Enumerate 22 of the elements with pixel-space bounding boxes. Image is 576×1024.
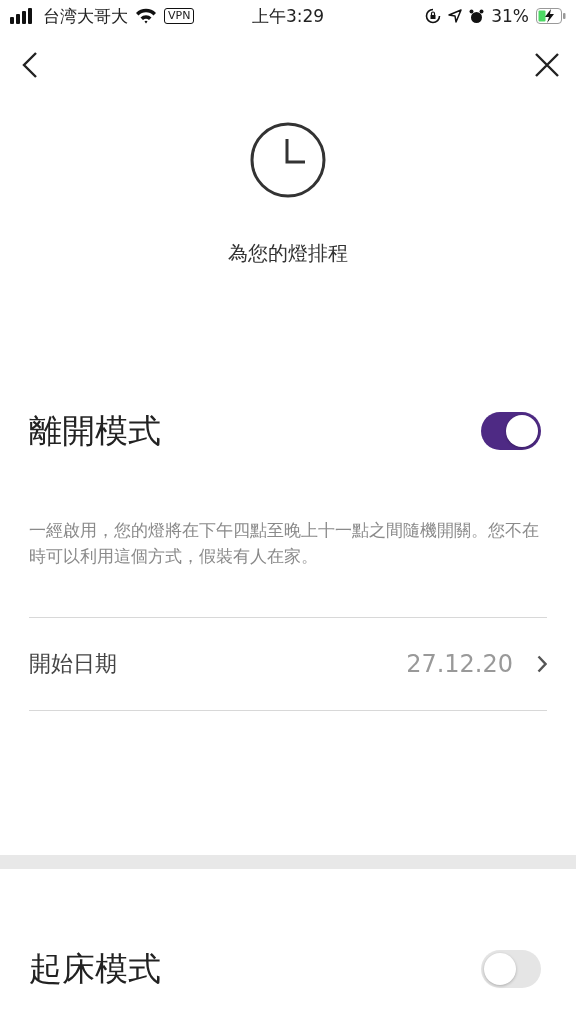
page-title: 為您的燈排程 [228, 240, 348, 267]
toggle-switch[interactable] [481, 412, 541, 450]
toggle-switch[interactable] [481, 950, 541, 988]
alarm-clock-icon [469, 8, 485, 24]
battery-charging-icon [536, 8, 566, 24]
wifi-icon [135, 8, 157, 24]
mode-title: 起床模式 [29, 947, 161, 990]
row-label: 開始日期 [29, 650, 117, 678]
mode-title: 離開模式 [29, 409, 161, 452]
status-time: 上午3:29 [251, 4, 325, 28]
battery-percent: 31% [491, 6, 529, 26]
chevron-icon [537, 655, 547, 673]
clock-icon [250, 122, 326, 198]
close-button[interactable] [534, 52, 560, 78]
location-arrow-icon [448, 9, 463, 23]
rotation-lock-icon [425, 8, 442, 24]
mode-description: 一經啟用，您的燈將在下午四點至晚上十一點之間隨機開關。您不在時可以利用這個方式，假裝有人在家。 [29, 519, 540, 568]
row-value: 27.12.20 [406, 650, 513, 678]
date-row[interactable]: 開始日期 27.12.20 [29, 618, 547, 711]
carrier-name: 台湾大哥大 [43, 4, 128, 28]
back-button[interactable] [22, 51, 38, 79]
vpn-badge: VPN [164, 8, 195, 24]
